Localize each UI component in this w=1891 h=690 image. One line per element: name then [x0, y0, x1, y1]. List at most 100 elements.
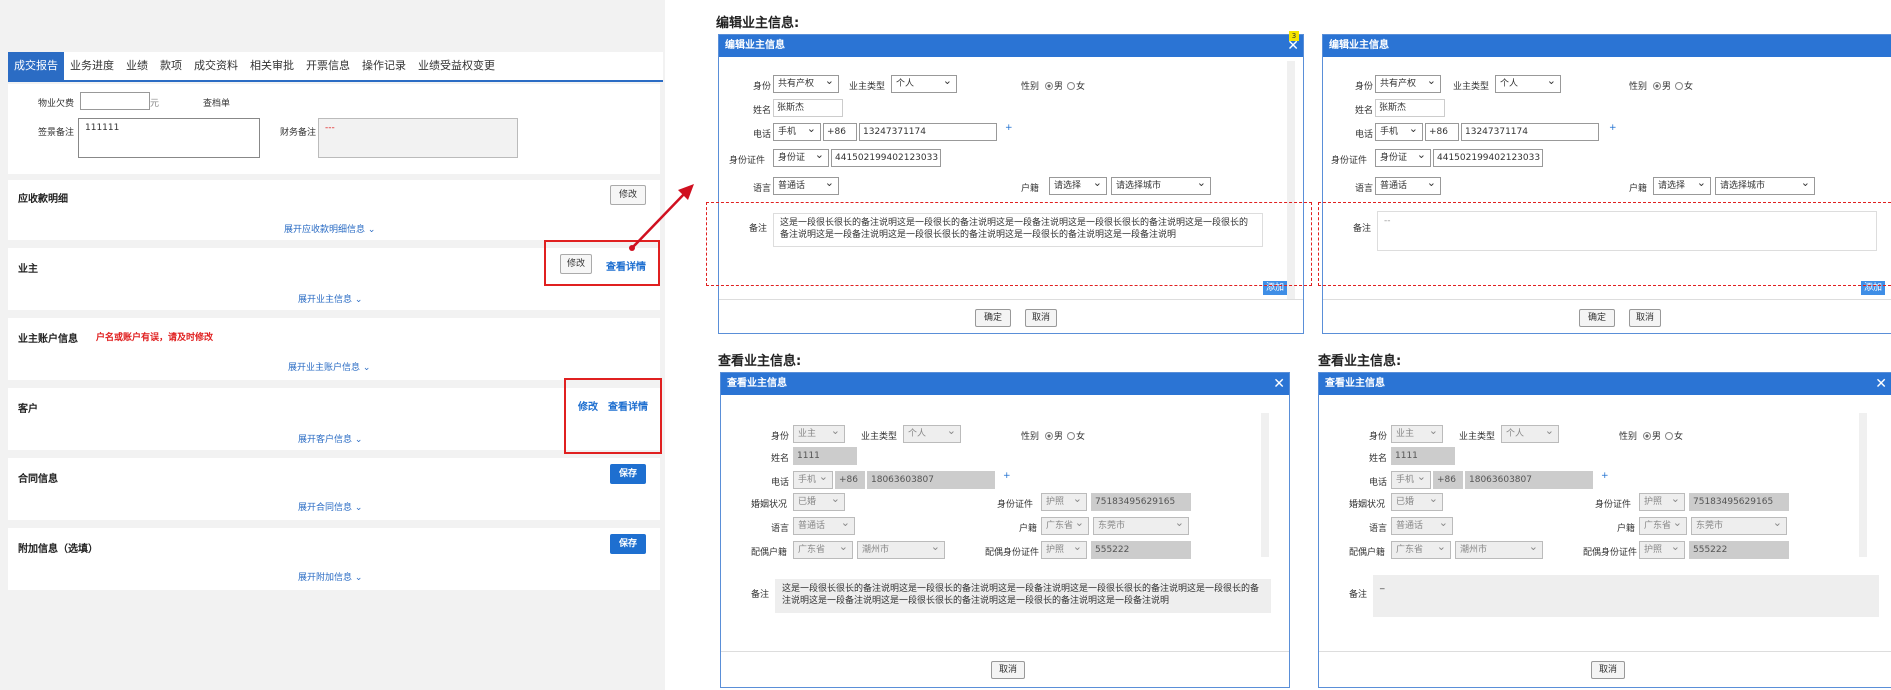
- language-label: 语言: [1355, 184, 1374, 194]
- phone-type-select[interactable]: 手机: [1391, 471, 1431, 489]
- add-phone-icon[interactable]: +: [1003, 471, 1011, 481]
- area-code-input[interactable]: +86: [835, 471, 865, 489]
- owner-type-select[interactable]: 个人: [1495, 75, 1561, 93]
- language-select[interactable]: 普通话: [1391, 517, 1453, 535]
- spouse-province-select[interactable]: 广东省: [793, 541, 853, 559]
- spouse-id-type-select[interactable]: 护照: [1041, 541, 1087, 559]
- phone-input[interactable]: 13247371174: [1461, 123, 1599, 141]
- note-textarea[interactable]: _: [1373, 575, 1879, 617]
- name-input[interactable]: 1111: [793, 447, 857, 465]
- close-icon[interactable]: ✕: [1875, 374, 1887, 394]
- id-number-input[interactable]: 441502199402123033: [1433, 149, 1543, 167]
- confirm-button[interactable]: 确定: [975, 309, 1011, 327]
- id-number-input[interactable]: 441502199402123033: [831, 149, 941, 167]
- property-fee-input[interactable]: [80, 92, 150, 110]
- language-select[interactable]: 普通话: [1375, 177, 1441, 195]
- owner-type-select[interactable]: 个人: [891, 75, 957, 93]
- dialog-scrollbar[interactable]: [1261, 413, 1269, 557]
- tab-payment[interactable]: 款项: [154, 52, 188, 80]
- identity-select[interactable]: 共有产权: [773, 75, 839, 93]
- identity-select[interactable]: 业主: [1391, 425, 1443, 443]
- tab-operation-log[interactable]: 操作记录: [356, 52, 412, 80]
- contract-save-button[interactable]: 保存: [610, 464, 646, 484]
- area-code-input[interactable]: +86: [1425, 123, 1459, 141]
- owner-expand-link[interactable]: 展开业主信息 ⌄: [298, 292, 362, 305]
- add-phone-icon[interactable]: +: [1005, 123, 1013, 133]
- phone-input[interactable]: 13247371174: [859, 123, 997, 141]
- id-type-select[interactable]: 护照: [1639, 493, 1685, 511]
- contract-expand-link[interactable]: 展开合同信息 ⌄: [298, 500, 362, 513]
- customer-expand-link[interactable]: 展开客户信息 ⌄: [298, 432, 362, 445]
- gender-radios[interactable]: 男女: [1639, 429, 1683, 442]
- tab-deal-report[interactable]: 成交报告: [8, 52, 64, 80]
- cancel-button[interactable]: 取消: [1025, 309, 1057, 327]
- id-label: 身份证件: [1595, 500, 1632, 510]
- spouse-household-label: 配偶户籍: [1349, 548, 1386, 558]
- language-select[interactable]: 普通话: [773, 177, 839, 195]
- identity-select[interactable]: 共有产权: [1375, 75, 1441, 93]
- city-select[interactable]: 东莞市: [1093, 517, 1189, 535]
- gender-label: 性别: [1021, 432, 1040, 442]
- dialog-scrollbar[interactable]: [1859, 413, 1867, 557]
- gender-radios[interactable]: 男女: [1649, 79, 1693, 92]
- cancel-button[interactable]: 取消: [1591, 661, 1625, 679]
- extra-save-button[interactable]: 保存: [610, 534, 646, 554]
- area-code-input[interactable]: +86: [1433, 471, 1463, 489]
- city-select[interactable]: 请选择城市: [1111, 177, 1211, 195]
- customer-section: 客户 修改 查看详情 展开客户信息 ⌄: [8, 388, 660, 450]
- province-select[interactable]: 请选择: [1049, 177, 1107, 195]
- tab-deal-docs[interactable]: 成交资料: [188, 52, 244, 80]
- owner-type-select[interactable]: 个人: [903, 425, 961, 443]
- add-phone-icon[interactable]: +: [1601, 471, 1609, 481]
- cancel-button[interactable]: 取消: [991, 661, 1025, 679]
- tab-benefit-change[interactable]: 业绩受益权变更: [412, 52, 501, 80]
- finance-note-textarea[interactable]: ---: [318, 118, 518, 158]
- gender-radios[interactable]: 男女: [1041, 429, 1085, 442]
- spouse-city-select[interactable]: 潮州市: [1455, 541, 1543, 559]
- tab-performance[interactable]: 业绩: [120, 52, 154, 80]
- owner-type-select[interactable]: 个人: [1501, 425, 1559, 443]
- spouse-id-number-input[interactable]: 555222: [1689, 541, 1789, 559]
- tab-approval[interactable]: 相关审批: [244, 52, 300, 80]
- id-type-select[interactable]: 护照: [1041, 493, 1087, 511]
- name-input[interactable]: 张斯杰: [1375, 99, 1445, 117]
- gender-radios[interactable]: 男女: [1041, 79, 1085, 92]
- tab-invoice[interactable]: 开票信息: [300, 52, 356, 80]
- phone-input[interactable]: 18063603807: [867, 471, 995, 489]
- phone-type-select[interactable]: 手机: [773, 123, 821, 141]
- phone-type-select[interactable]: 手机: [793, 471, 833, 489]
- name-input[interactable]: 张斯杰: [773, 99, 843, 117]
- identity-select[interactable]: 业主: [793, 425, 845, 443]
- spouse-id-number-input[interactable]: 555222: [1091, 541, 1191, 559]
- marital-select[interactable]: 已婚: [793, 493, 845, 511]
- close-icon[interactable]: ✕: [1273, 374, 1285, 394]
- account-expand-link[interactable]: 展开业主账户信息 ⌄: [288, 360, 370, 373]
- id-number-input[interactable]: 75183495629165: [1091, 493, 1191, 511]
- spouse-id-type-select[interactable]: 护照: [1639, 541, 1685, 559]
- province-select[interactable]: 广东省: [1639, 517, 1687, 535]
- spouse-city-select[interactable]: 潮州市: [857, 541, 945, 559]
- sign-note-textarea[interactable]: 111111: [78, 118, 260, 158]
- area-code-input[interactable]: +86: [823, 123, 857, 141]
- id-type-select[interactable]: 身份证: [1375, 149, 1431, 167]
- note-textarea[interactable]: 这是一段很长很长的备注说明这是一段很长的备注说明这是一段备注说明这是一段很长很长…: [775, 579, 1271, 613]
- confirm-button[interactable]: 确定: [1579, 309, 1615, 327]
- province-select[interactable]: 广东省: [1041, 517, 1089, 535]
- spouse-province-select[interactable]: 广东省: [1391, 541, 1451, 559]
- phone-input[interactable]: 18063603807: [1465, 471, 1593, 489]
- language-select[interactable]: 普通话: [793, 517, 855, 535]
- receivable-expand-link[interactable]: 展开应收款明细信息 ⌄: [284, 222, 375, 235]
- id-type-select[interactable]: 身份证: [773, 149, 829, 167]
- name-input[interactable]: 1111: [1391, 447, 1455, 465]
- marital-select[interactable]: 已婚: [1391, 493, 1443, 511]
- add-phone-icon[interactable]: +: [1609, 123, 1617, 133]
- cancel-button[interactable]: 取消: [1629, 309, 1661, 327]
- id-number-input[interactable]: 75183495629165: [1689, 493, 1789, 511]
- phone-type-select[interactable]: 手机: [1375, 123, 1423, 141]
- city-select[interactable]: 请选择城市: [1715, 177, 1815, 195]
- province-select[interactable]: 请选择: [1653, 177, 1711, 195]
- edit-owner-dialog-empty-note: 编辑业主信息 身份 共有产权 业主类型 个人 性别 男女 姓名 张斯杰 电话 手…: [1322, 34, 1891, 334]
- city-select[interactable]: 东莞市: [1691, 517, 1787, 535]
- extra-expand-link[interactable]: 展开附加信息 ⌄: [298, 570, 362, 583]
- tab-progress[interactable]: 业务进度: [64, 52, 120, 80]
